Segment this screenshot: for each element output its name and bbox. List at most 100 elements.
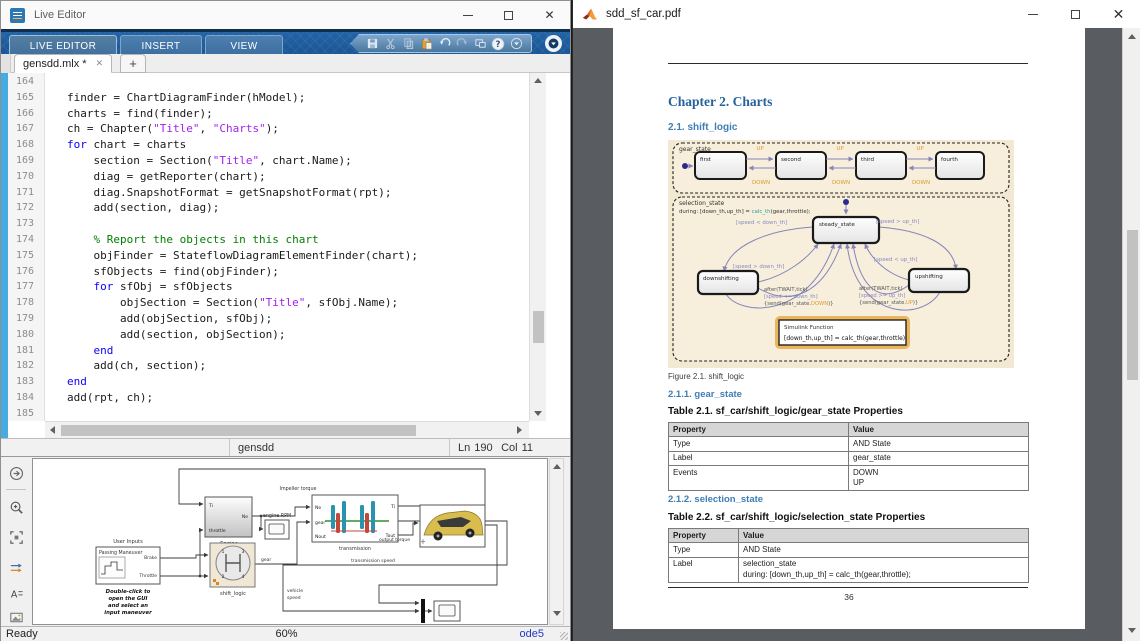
code-line[interactable]: 177 for sfObj = sfObjects [8, 279, 488, 295]
line-number: 165 [8, 90, 41, 106]
help-icon[interactable]: ? [489, 36, 507, 51]
scroll-down-icon[interactable] [1128, 628, 1136, 633]
transmission-speed-label: transmission speed [351, 558, 395, 564]
scope-block[interactable] [434, 601, 460, 621]
shift-logic-block[interactable]: 1 3 2 4 shift_logic [210, 543, 255, 597]
state-steady: steady_state [819, 222, 855, 228]
close-button[interactable]: ✕ [529, 1, 570, 29]
code-line[interactable]: 170 diag = getReporter(chart); [8, 169, 488, 185]
status-solver: ode5 [520, 628, 544, 640]
cut-icon[interactable] [381, 36, 399, 51]
user-inputs-block[interactable]: User Inputs Passing Maneuver Brake Throt… [96, 539, 160, 584]
resize-grip[interactable] [560, 632, 568, 640]
dropdown-icon[interactable] [507, 36, 525, 51]
double-click-note: Double-click to open the GUI and select … [104, 589, 152, 616]
editor-horizontal-scrollbar[interactable] [45, 421, 529, 438]
code-editor[interactable]: 164165finder = ChartDiagramFinder(hModel… [1, 73, 570, 438]
line-number: 167 [8, 121, 41, 137]
vertical-scroll-thumb[interactable] [533, 311, 544, 343]
chevron-down-circle-icon[interactable] [545, 35, 562, 52]
save-icon[interactable] [363, 36, 381, 51]
code-line[interactable]: 184add(rpt, ch); [8, 390, 488, 406]
pdf-content-area[interactable]: Chapter 2. Charts 2.1. shift_logic ge [573, 28, 1140, 641]
undo-icon[interactable] [435, 36, 453, 51]
engine-block[interactable]: Ti throttle Ne Engine [205, 497, 252, 547]
simulink-canvas[interactable]: User Inputs Passing Maneuver Brake Throt… [32, 458, 548, 625]
matlab-logo-icon [581, 7, 598, 22]
status-zoom-level: 60% [1, 628, 572, 640]
code-line[interactable]: 169 section = Section("Title", chart.Nam… [8, 153, 488, 169]
paste-icon[interactable] [417, 36, 435, 51]
pdf-vertical-scrollbar[interactable] [1122, 28, 1140, 641]
column-header: Property [669, 423, 849, 437]
state-fourth: fourth [941, 157, 958, 163]
code-line[interactable]: 165finder = ChartDiagramFinder(hModel); [8, 90, 488, 106]
maximize-button[interactable] [1054, 0, 1097, 28]
transmission-block[interactable]: Ne gear Nout Ti Tout transmission [312, 495, 398, 552]
code-line[interactable]: 171 diag.SnapshotFormat = getSnapshotFor… [8, 185, 488, 201]
svg-text:UP: UP [916, 146, 924, 152]
close-button[interactable]: ✕ [1097, 0, 1140, 28]
simulink-statusbar: Ready 60% ode5 [1, 626, 570, 641]
svg-text:transmission: transmission [339, 546, 371, 552]
code-line[interactable]: 181 end [8, 343, 488, 359]
code-line[interactable]: 167ch = Chapter("Title", "Charts"); [8, 121, 488, 137]
fit-to-view-icon[interactable] [4, 525, 28, 549]
tab-close-icon[interactable]: ✕ [96, 58, 104, 69]
simulink-preview-panel: A [1, 456, 570, 626]
code-line[interactable]: 183end [8, 374, 488, 390]
scroll-down-icon[interactable] [534, 411, 542, 416]
code-line[interactable]: 179 add(objSection, sfObj); [8, 311, 488, 327]
svg-text:engine RPM: engine RPM [263, 513, 291, 519]
annotation-icon[interactable]: A [4, 581, 28, 605]
show-explorer-icon[interactable] [4, 461, 28, 485]
maximize-button[interactable] [488, 1, 529, 29]
code-line[interactable]: 173 [8, 216, 488, 232]
table-2-2-title: Table 2.2. sf_car/shift_logic/selection_… [668, 512, 925, 523]
redo-icon[interactable] [453, 36, 471, 51]
copy-icon[interactable] [399, 36, 417, 51]
scroll-up-icon[interactable] [534, 78, 542, 83]
pdf-scroll-thumb[interactable] [1127, 230, 1138, 380]
canvas-vertical-scrollbar[interactable] [549, 458, 564, 625]
svg-text:Ne: Ne [315, 505, 321, 511]
code-line[interactable]: 168for chart = charts [8, 137, 488, 153]
svg-text:Throttle: Throttle [138, 573, 157, 579]
editor-statusbar: gensdd Ln 190 Col 11 [1, 438, 570, 456]
code-line[interactable]: 178 objSection = Section("Title", sfObj.… [8, 295, 488, 311]
signal-lines-icon[interactable] [4, 555, 28, 579]
zoom-in-icon[interactable] [4, 495, 28, 519]
vehicle-block[interactable] [420, 505, 485, 547]
sidebar-collapse-strip[interactable] [1, 54, 11, 73]
code-line[interactable]: 164 [8, 74, 488, 90]
code-line[interactable]: 174 % Report the objects in this chart [8, 232, 488, 248]
scroll-up-icon[interactable] [1128, 34, 1136, 39]
minimize-button[interactable] [1011, 0, 1054, 28]
scroll-right-icon[interactable] [517, 426, 522, 434]
svg-text:and select an: and select an [108, 603, 148, 609]
code-line[interactable]: 180 add(section, objSection); [8, 327, 488, 343]
minimize-button[interactable] [447, 1, 488, 29]
engine-rpm-scope[interactable]: engine RPM [263, 513, 291, 539]
scroll-up-icon[interactable] [553, 464, 561, 469]
doc-tab-gensdd[interactable]: gensdd.mlx * ✕ [14, 54, 112, 73]
code-line[interactable]: 175 objFinder = StateflowDiagramElementF… [8, 248, 488, 264]
table-row: Labelgear_state [669, 451, 1029, 465]
svg-text:2: 2 [222, 574, 225, 580]
line-number: 185 [8, 406, 41, 422]
code-line[interactable]: 176 sfObjects = find(objFinder); [8, 264, 488, 280]
code-line[interactable]: 185 [8, 406, 488, 422]
page-header-rule [668, 63, 1028, 64]
mux-block[interactable] [421, 599, 425, 623]
new-tab-button[interactable]: + [120, 54, 146, 73]
close-icon: ✕ [1113, 7, 1125, 21]
editor-vertical-scrollbar[interactable] [529, 73, 546, 421]
horizontal-scroll-thumb[interactable] [61, 425, 416, 436]
scroll-left-icon[interactable] [50, 426, 55, 434]
svg-text:[down_th,up_th] = calc_th(gear: [down_th,up_th] = calc_th(gear,throttle) [784, 335, 905, 342]
window-icon[interactable] [471, 36, 489, 51]
scroll-down-icon[interactable] [553, 611, 561, 616]
code-line[interactable]: 166charts = find(finder); [8, 106, 488, 122]
code-line[interactable]: 172 add(section, diag); [8, 200, 488, 216]
code-line[interactable]: 182 add(ch, section); [8, 358, 488, 374]
